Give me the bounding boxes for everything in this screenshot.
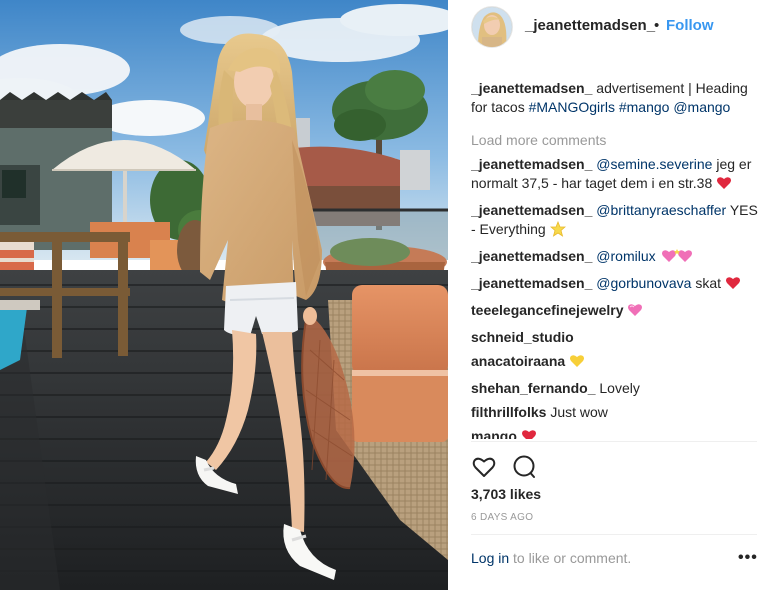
caption-hashtag[interactable]: #MANGOgirls xyxy=(529,99,615,115)
more-options-icon[interactable]: ••• xyxy=(738,549,758,567)
heart-outline-icon[interactable] xyxy=(471,454,497,480)
divider xyxy=(471,441,757,442)
comment-mention[interactable]: @romilux xyxy=(596,248,655,264)
comment-username[interactable]: schneid_studio xyxy=(471,329,574,345)
comment: _jeanettemadsen_ @romilux xyxy=(471,247,761,269)
comment: _jeanettemadsen_ @gorbunovava skat xyxy=(471,274,761,296)
comments-list[interactable]: _jeanettemadsen_ advertisement | Heading… xyxy=(471,79,761,439)
post-caption: _jeanettemadsen_ advertisement | Heading… xyxy=(471,79,761,117)
header-separator-dot: • xyxy=(654,17,660,34)
comment-text: Just wow xyxy=(546,404,608,420)
avatar[interactable] xyxy=(472,7,512,47)
comment-username[interactable]: _jeanettemadsen_ xyxy=(471,156,592,172)
comment: mango xyxy=(471,427,761,439)
comment: shehan_fernando_ Lovely xyxy=(471,379,761,398)
instagram-post: _jeanettemadsen_ • Follow _jeanettemadse… xyxy=(0,0,779,590)
comment-mention[interactable]: @semine.severine xyxy=(596,156,712,172)
header-username[interactable]: _jeanettemadsen_ xyxy=(525,17,655,34)
comment: teeelegancefinejewelry xyxy=(471,301,761,323)
caption-username[interactable]: _jeanettemadsen_ xyxy=(471,80,592,96)
post-header: _jeanettemadsen_ • Follow xyxy=(448,0,779,58)
comment-mention[interactable]: @brittanyraeschaffer xyxy=(596,202,726,218)
comment-username[interactable]: mango xyxy=(471,428,517,439)
sparkling-hearts-emoji-icon xyxy=(660,248,694,269)
comment-username[interactable]: shehan_fernando_ xyxy=(471,380,595,396)
divider xyxy=(471,534,757,535)
red-heart-emoji-icon xyxy=(521,428,537,439)
comment: schneid_studio xyxy=(471,328,761,347)
comment-text: Lovely xyxy=(595,380,640,396)
comment-username[interactable]: _jeanettemadsen_ xyxy=(471,275,592,291)
caption-hashtag[interactable]: #mango xyxy=(619,99,670,115)
comment-username[interactable]: filthrillfolks xyxy=(471,404,546,420)
comment: _jeanettemadsen_ @semine.severine jeg er… xyxy=(471,155,761,196)
comment: _jeanettemadsen_ @brittanyraeschaffer YE… xyxy=(471,201,761,242)
comment-username[interactable]: anacatoiraana xyxy=(471,353,565,369)
comment-text: skat xyxy=(691,275,725,291)
post-side-panel: _jeanettemadsen_ • Follow _jeanettemadse… xyxy=(448,0,779,590)
star-emoji-icon xyxy=(549,220,566,242)
load-more-comments-button[interactable]: Load more comments xyxy=(471,131,761,150)
comment: filthrillfolks Just wow xyxy=(471,403,761,422)
caption-mention[interactable]: @mango xyxy=(673,99,730,115)
post-photo[interactable] xyxy=(0,0,448,590)
likes-count[interactable]: 3,703 likes xyxy=(471,486,541,502)
comment-username[interactable]: teeelegancefinejewelry xyxy=(471,302,624,318)
red-heart-emoji-icon xyxy=(725,275,741,296)
follow-button[interactable]: Follow xyxy=(666,17,714,34)
comment-username[interactable]: _jeanettemadsen_ xyxy=(471,202,592,218)
comment: anacatoiraana xyxy=(471,352,761,374)
login-link[interactable]: Log in xyxy=(471,550,509,566)
comment-bubble-icon[interactable] xyxy=(511,454,537,480)
comment-mention[interactable]: @gorbunovava xyxy=(596,275,691,291)
login-prompt: Log in to like or comment. xyxy=(471,550,631,566)
pink-heart-emoji-icon xyxy=(627,302,643,323)
comment-username[interactable]: _jeanettemadsen_ xyxy=(471,248,592,264)
login-prompt-text: to like or comment. xyxy=(509,550,632,566)
yellow-heart-emoji-icon xyxy=(569,353,585,374)
post-date: 6 DAYS AGO xyxy=(471,512,534,523)
red-heart-emoji-icon xyxy=(716,175,732,196)
